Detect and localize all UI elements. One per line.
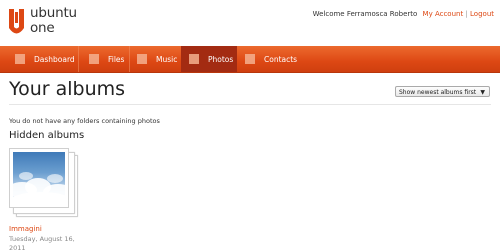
ubuntu-one-logo[interactable]: ubuntu one <box>8 5 88 41</box>
album-card[interactable] <box>9 148 79 218</box>
tab-dashboard-label: Dashboard <box>34 54 75 64</box>
logo-wordmark: ubuntu one <box>30 5 77 36</box>
photos-icon <box>189 54 199 64</box>
files-icon <box>89 54 99 64</box>
tab-photos[interactable]: Photos <box>181 46 237 72</box>
tab-contacts-label: Contacts <box>264 54 298 64</box>
logo-word-ubuntu: ubuntu <box>30 5 77 21</box>
tab-files-label: Files <box>108 54 125 64</box>
welcome-bar: Welcome Ferramosca Roberto My Account | … <box>313 10 494 18</box>
hidden-albums-heading: Hidden albums <box>9 130 85 141</box>
contacts-icon <box>245 54 255 64</box>
logout-link[interactable]: Logout <box>470 10 494 18</box>
ubuntu-one-logo-icon <box>9 9 24 34</box>
empty-folders-message: You do not have any folders containing p… <box>9 117 160 125</box>
my-account-link[interactable]: My Account <box>423 10 464 18</box>
tab-contacts[interactable]: Contacts <box>237 46 307 72</box>
dropdown-arrow-icon: ▼ <box>480 89 485 96</box>
header: ubuntu one Welcome Ferramosca Roberto My… <box>0 0 500 44</box>
header-separator: | <box>465 10 468 18</box>
tab-photos-label: Photos <box>208 54 234 64</box>
dashboard-icon <box>15 54 25 64</box>
album-thumbnail[interactable] <box>9 148 69 208</box>
album-cover-image <box>13 152 65 204</box>
page-title: Your albums <box>9 78 126 100</box>
tab-music[interactable]: Music <box>130 46 181 72</box>
tab-dashboard[interactable]: Dashboard <box>0 46 78 72</box>
album-sort-selected: Show newest albums first <box>399 89 477 96</box>
album-sort-select[interactable]: Show newest albums first ▼ <box>395 86 490 97</box>
logo-word-one: one <box>30 20 55 36</box>
album-name-link[interactable]: Immagini <box>9 225 42 233</box>
welcome-text: Welcome Ferramosca Roberto <box>312 10 418 18</box>
tab-files[interactable]: Files <box>79 46 129 72</box>
tab-music-label: Music <box>156 54 178 64</box>
title-divider <box>9 104 491 105</box>
music-icon <box>137 54 147 64</box>
album-date: Tuesday, August 16, 2011 <box>9 235 75 252</box>
main-nav: Dashboard Files Music Photos Contacts <box>0 46 500 73</box>
